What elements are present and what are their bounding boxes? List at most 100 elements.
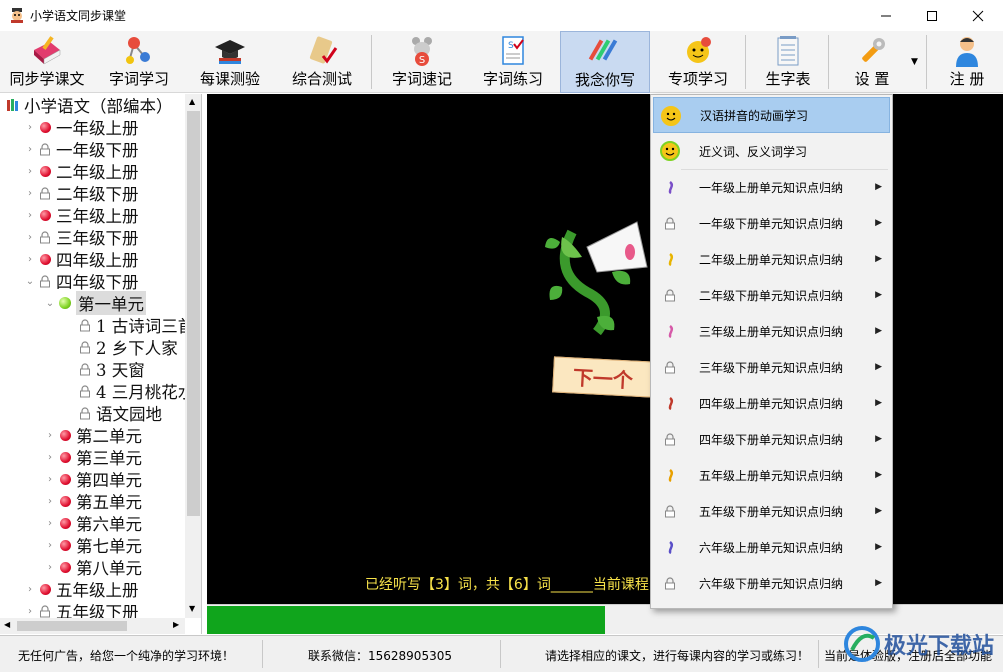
tree-item[interactable]: › 第三单元: [44, 446, 142, 468]
scroll-left-icon[interactable]: ◀: [4, 620, 10, 629]
toolbar-settings-button[interactable]: 设 置: [836, 31, 908, 93]
tree-item[interactable]: › 五年级上册: [24, 578, 139, 600]
collapsed-chevron-icon[interactable]: ›: [24, 232, 36, 243]
special-study-menu[interactable]: 汉语拼音的动画学习 近义词、反义词学习 一年级上册单元知识点归纳 ▶ 一年级下册单元知识…: [650, 94, 893, 609]
menu-item[interactable]: 三年级下册单元知识点归纳 ▶: [653, 349, 890, 385]
toolbar-label: 生字表: [765, 70, 811, 88]
tree-item[interactable]: ⌄ 第一单元: [44, 291, 146, 315]
tree-item[interactable]: ⌄ 四年级下册: [24, 270, 139, 292]
number-4-icon: [659, 392, 681, 414]
menu-item[interactable]: 汉语拼音的动画学习: [653, 97, 890, 133]
tree-item[interactable]: › 第七单元: [44, 534, 142, 556]
tree-item[interactable]: › 二年级下册: [24, 182, 139, 204]
menu-item[interactable]: 六年级上册单元知识点归纳 ▶: [653, 529, 890, 565]
number-2-icon: [659, 248, 681, 270]
tree-item[interactable]: › 第四单元: [44, 468, 142, 490]
minimize-button[interactable]: [863, 0, 909, 31]
tree-item[interactable]: › 三年级下册: [24, 226, 139, 248]
collapsed-chevron-icon[interactable]: ›: [24, 254, 36, 265]
scroll-down-icon[interactable]: ▼: [189, 604, 195, 613]
toolbar-lesson-quiz-button[interactable]: 每课测验: [188, 31, 272, 93]
collapsed-chevron-icon[interactable]: ›: [44, 518, 56, 529]
menu-item-label: 二年级上册单元知识点归纳: [699, 252, 844, 267]
lesson-tree[interactable]: 小学语文（部编本） › 一年级上册 › 一年级下册 › 二年级上册 › 二年级下册 › 三年级上册…: [0, 94, 202, 634]
menu-item[interactable]: 二年级上册单元知识点归纳 ▶: [653, 241, 890, 277]
red-dot-icon: [58, 538, 72, 552]
lock-icon: [38, 274, 52, 288]
submenu-arrow-icon: ▶: [875, 362, 882, 372]
toolbar-word-study-button[interactable]: 字词学习: [98, 31, 180, 93]
menu-item[interactable]: 一年级上册单元知识点归纳 ▶: [653, 169, 890, 205]
tree-item[interactable]: › 一年级上册: [24, 116, 139, 138]
toolbar-label: 注 册: [949, 70, 985, 88]
menu-item[interactable]: 五年级下册单元知识点归纳 ▶: [653, 493, 890, 529]
collapsed-chevron-icon[interactable]: ›: [24, 122, 36, 133]
tree-vertical-scrollbar[interactable]: ▲ ▼: [185, 94, 201, 618]
lock-icon: [659, 500, 681, 522]
book-pencil-icon: [34, 36, 61, 65]
menu-item-label: 六年级下册单元知识点归纳: [699, 576, 844, 591]
collapsed-chevron-icon[interactable]: ›: [44, 562, 56, 573]
tree-root[interactable]: 小学语文（部编本）: [4, 94, 173, 116]
menu-item[interactable]: 近义词、反义词学习: [653, 133, 890, 169]
collapsed-chevron-icon[interactable]: ›: [44, 452, 56, 463]
collapsed-chevron-icon[interactable]: ›: [44, 474, 56, 485]
collapsed-chevron-icon[interactable]: ›: [24, 188, 36, 199]
menu-item[interactable]: 四年级上册单元知识点归纳 ▶: [653, 385, 890, 421]
red-dot-icon: [38, 208, 52, 222]
collapsed-chevron-icon[interactable]: ›: [44, 496, 56, 507]
tree-item[interactable]: › 第五单元: [44, 490, 142, 512]
submenu-arrow-icon: ▶: [875, 398, 882, 408]
settings-dropdown-arrow-icon[interactable]: ▼: [911, 57, 918, 67]
tree-item[interactable]: 2 乡下人家: [64, 336, 178, 358]
toolbar-comprehensive-test-button[interactable]: 综合测试: [280, 31, 364, 93]
toolbar-word-practice-button[interactable]: S 字词练习: [472, 31, 554, 93]
collapsed-chevron-icon[interactable]: ›: [24, 166, 36, 177]
collapsed-chevron-icon[interactable]: ›: [44, 430, 56, 441]
menu-item[interactable]: 六年级下册单元知识点归纳 ▶: [653, 565, 890, 601]
tree-item[interactable]: › 二年级上册: [24, 160, 139, 182]
scroll-thumb[interactable]: [17, 621, 127, 631]
toolbar-register-button[interactable]: 注 册: [934, 31, 1000, 93]
submenu-arrow-icon: ▶: [875, 470, 882, 480]
toolbar-label: 字词学习: [108, 70, 169, 88]
tree-horizontal-scrollbar[interactable]: ◀ ▶: [0, 618, 185, 634]
maximize-button[interactable]: [909, 0, 955, 31]
toolbar-special-study-button[interactable]: 专项学习: [656, 31, 740, 93]
toolbar-sync-lesson-button[interactable]: 同步学课文: [4, 31, 90, 93]
expanded-chevron-icon[interactable]: ⌄: [24, 276, 36, 287]
menu-item[interactable]: 二年级下册单元知识点归纳 ▶: [653, 277, 890, 313]
menu-item[interactable]: 一年级下册单元知识点归纳 ▶: [653, 205, 890, 241]
collapsed-chevron-icon[interactable]: ›: [24, 210, 36, 221]
menu-item[interactable]: 五年级上册单元知识点归纳 ▶: [653, 457, 890, 493]
tree-item[interactable]: 4 三月桃花水: [64, 380, 194, 402]
collapsed-chevron-icon[interactable]: ›: [24, 606, 36, 617]
menu-item[interactable]: 四年级下册单元知识点归纳 ▶: [653, 421, 890, 457]
menu-item-label: 三年级下册单元知识点归纳: [699, 360, 844, 375]
tree-item[interactable]: › 三年级上册: [24, 204, 139, 226]
collapsed-chevron-icon[interactable]: ›: [24, 144, 36, 155]
toolbar-character-table-button[interactable]: 生字表: [752, 31, 824, 93]
tree-item[interactable]: 1 古诗词三首: [64, 314, 194, 336]
close-button[interactable]: [955, 0, 1001, 31]
scroll-right-icon[interactable]: ▶: [173, 620, 179, 629]
toolbar-dictation-button[interactable]: 我念你写: [560, 31, 650, 93]
menu-item[interactable]: 三年级上册单元知识点归纳 ▶: [653, 313, 890, 349]
tree-item[interactable]: 语文园地: [64, 402, 162, 424]
collapsed-chevron-icon[interactable]: ›: [44, 540, 56, 551]
scroll-thumb[interactable]: [187, 111, 200, 516]
tree-item[interactable]: › 第六单元: [44, 512, 142, 534]
tree-item[interactable]: 3 天窗: [64, 358, 145, 380]
tree-item[interactable]: › 第八单元: [44, 556, 142, 578]
submenu-arrow-icon: ▶: [875, 182, 882, 192]
toolbar-word-memory-button[interactable]: S 字词速记: [380, 31, 464, 93]
tree-item[interactable]: › 四年级上册: [24, 248, 139, 270]
next-button[interactable]: 下一个: [552, 356, 654, 398]
expanded-chevron-icon[interactable]: ⌄: [44, 298, 56, 309]
maximize-icon: [927, 10, 937, 21]
red-dot-icon: [58, 472, 72, 486]
collapsed-chevron-icon[interactable]: ›: [24, 584, 36, 595]
tree-item[interactable]: › 第二单元: [44, 424, 142, 446]
tree-item[interactable]: › 一年级下册: [24, 138, 139, 160]
scroll-up-icon[interactable]: ▲: [189, 97, 195, 106]
